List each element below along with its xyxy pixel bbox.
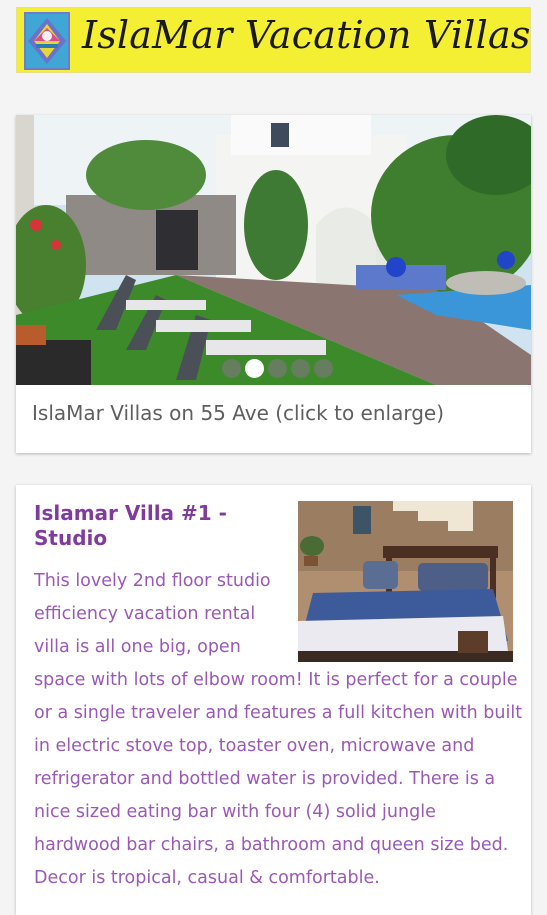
photo-slider-card: IslaMar Villas on 55 Ave (click to enlar…: [16, 115, 531, 453]
villa-description: This lovely 2nd floor studio efficiency …: [34, 565, 522, 895]
villa-title[interactable]: Islamar Villa #1 - Studio: [34, 501, 274, 551]
description-line: or a single traveler and features a full…: [34, 703, 523, 723]
slider-dot-4[interactable]: [291, 359, 310, 378]
slider-dot-3[interactable]: [268, 359, 287, 378]
slider-dot-5[interactable]: [314, 359, 333, 378]
slider-dots: [222, 359, 333, 378]
site-title[interactable]: IslaMar Vacation Villas: [82, 13, 531, 57]
description-line: hardwood bar chairs, a bathroom and quee…: [34, 835, 509, 855]
description-line: This lovely 2nd floor studio: [34, 571, 271, 591]
slider-dot-2[interactable]: [245, 359, 264, 378]
description-line: villa is all one big, open: [34, 637, 241, 657]
description-line: in electric stove top, toaster oven, mic…: [34, 736, 475, 756]
description-line: Decor is tropical, casual & comfortable.: [34, 868, 380, 888]
description-line: space with lots of elbow room! It is per…: [34, 670, 518, 690]
description-line: refrigerator and bottled water is provid…: [34, 769, 496, 789]
description-line: nice sized eating bar with four (4) soli…: [34, 802, 436, 822]
slider-dot-1[interactable]: [222, 359, 241, 378]
villa-exterior-photo[interactable]: [16, 115, 531, 385]
site-header: IslaMar Vacation Villas: [16, 7, 531, 73]
villa-card: Islamar Villa #1 - Studio This lovely 2n…: [16, 485, 531, 915]
description-line: efficiency vacation rental: [34, 604, 256, 624]
islamar-logo-icon[interactable]: [24, 12, 70, 70]
photo-slider[interactable]: [16, 115, 531, 385]
slider-caption[interactable]: IslaMar Villas on 55 Ave (click to enlar…: [32, 401, 444, 425]
